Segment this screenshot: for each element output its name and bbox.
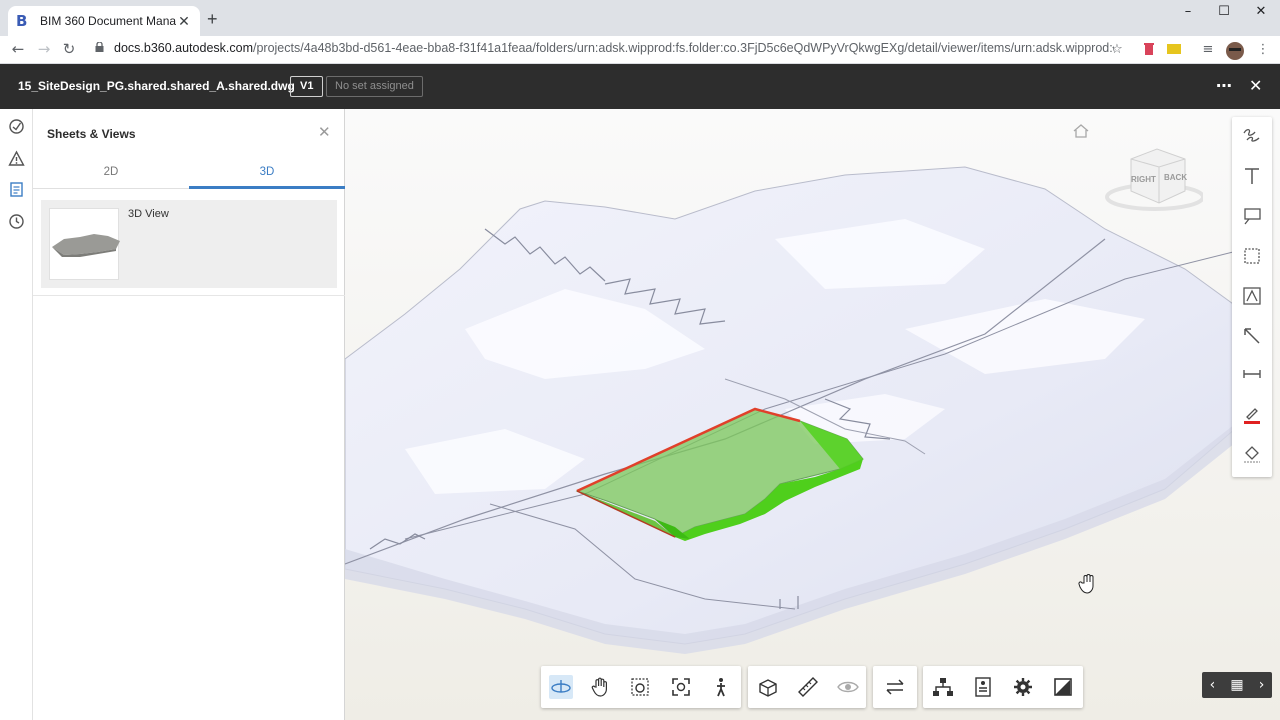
url-path: /projects/4a48b3bd-d561-4eae-bba8-f31f41… xyxy=(252,41,1114,55)
issues-pushpin-icon[interactable] xyxy=(8,118,25,135)
set-status-badge[interactable]: No set assigned xyxy=(326,76,423,97)
compare-toolgroup xyxy=(873,666,917,708)
view-thumbnail xyxy=(49,208,120,280)
browser-tab-title: BIM 360 Document Management xyxy=(40,14,176,28)
callout-icon[interactable] xyxy=(1241,205,1263,227)
more-options-icon[interactable]: ⋯ xyxy=(1216,76,1232,95)
properties-icon[interactable] xyxy=(971,675,995,699)
view-cube[interactable]: RIGHT BACK xyxy=(1103,145,1205,217)
model-toolgroup xyxy=(748,666,866,708)
url-host: docs.b360.autodesk.com xyxy=(114,41,253,55)
previous-sheet-icon[interactable]: ‹ xyxy=(1210,677,1216,693)
warning-icon[interactable] xyxy=(8,150,25,167)
compare-icon[interactable] xyxy=(883,675,907,699)
reading-list-icon[interactable]: ≡ xyxy=(1200,42,1216,58)
polygon-icon[interactable] xyxy=(1241,285,1263,307)
panel-divider xyxy=(33,295,345,296)
profile-avatar[interactable] xyxy=(1226,42,1244,60)
extension-trash-icon[interactable] xyxy=(1141,42,1157,58)
tab-close-icon[interactable]: ✕ xyxy=(176,13,192,30)
new-tab-button[interactable]: + xyxy=(207,10,218,28)
fullscreen-icon[interactable] xyxy=(1051,675,1075,699)
fill-bucket-icon[interactable] xyxy=(1241,443,1263,465)
minimize-icon[interactable]: – xyxy=(1170,4,1206,19)
home-view-icon[interactable] xyxy=(1072,123,1090,139)
model-viewer-canvas[interactable]: RIGHT BACK xyxy=(345,109,1280,720)
maximize-icon[interactable]: ☐ xyxy=(1206,4,1242,19)
sheet-grid-icon[interactable]: ▦ xyxy=(1230,677,1243,693)
close-viewer-icon[interactable]: ✕ xyxy=(1249,76,1262,95)
sheets-views-panel: Sheets & Views ✕ 2D 3D 3D View xyxy=(33,109,345,720)
view-list-item[interactable]: 3D View xyxy=(41,200,337,288)
section-icon[interactable] xyxy=(756,675,780,699)
panels-toolgroup xyxy=(923,666,1083,708)
pan-icon[interactable] xyxy=(589,675,613,699)
bookmark-star-icon[interactable]: ☆ xyxy=(1109,42,1125,58)
tab-3d[interactable]: 3D xyxy=(189,157,345,189)
file-name: 15_SiteDesign_PG.shared.shared_A.shared.… xyxy=(18,79,295,93)
tab-2d[interactable]: 2D xyxy=(33,157,189,189)
text-tool-icon[interactable] xyxy=(1241,165,1263,187)
viewcube-right-label: RIGHT xyxy=(1131,175,1156,184)
fit-view-icon[interactable] xyxy=(669,675,693,699)
browser-tab[interactable]: B BIM 360 Document Management ✕ xyxy=(8,6,200,36)
zoom-window-icon[interactable] xyxy=(629,675,653,699)
left-icon-rail xyxy=(0,109,33,720)
view-label: 3D View xyxy=(128,208,169,220)
back-arrow-icon[interactable]: ← xyxy=(8,40,28,58)
viewcube-back-label: BACK xyxy=(1164,173,1188,182)
forward-arrow-icon[interactable]: → xyxy=(34,40,54,58)
sheet-pager: ‹ ▦ › xyxy=(1202,672,1272,698)
panel-close-icon[interactable]: ✕ xyxy=(318,123,331,141)
reload-icon[interactable]: ↻ xyxy=(59,40,79,58)
history-clock-icon[interactable] xyxy=(8,213,25,230)
browser-tab-strip: B BIM 360 Document Management ✕ + – ☐ ✕ xyxy=(0,0,1280,36)
measure-icon[interactable] xyxy=(796,675,820,699)
document-header: 15_SiteDesign_PG.shared.shared_A.shared.… xyxy=(0,64,1280,109)
address-bar-row: ← → ↻ docs.b360.autodesk.com/projects/4a… xyxy=(0,36,1280,64)
visibility-icon[interactable] xyxy=(836,675,860,699)
browser-menu-icon[interactable]: ⋮ xyxy=(1255,42,1271,58)
window-close-icon[interactable]: ✕ xyxy=(1243,4,1279,19)
navigation-toolgroup xyxy=(541,666,741,708)
settings-icon[interactable] xyxy=(1011,675,1035,699)
extension-yellow-icon[interactable] xyxy=(1166,42,1182,58)
view-type-tabs: 2D 3D xyxy=(33,157,345,189)
rectangle-cloud-icon[interactable] xyxy=(1241,245,1263,267)
orbit-icon[interactable] xyxy=(549,675,573,699)
version-badge[interactable]: V1 xyxy=(290,76,324,97)
panel-title: Sheets & Views xyxy=(47,127,136,141)
lock-icon xyxy=(95,42,104,52)
pen-color-icon[interactable] xyxy=(1241,403,1263,425)
hand-cursor-icon xyxy=(1078,574,1094,594)
next-sheet-icon[interactable]: › xyxy=(1259,677,1265,693)
sheets-icon[interactable] xyxy=(8,181,25,198)
freehand-icon[interactable] xyxy=(1241,125,1263,147)
bim360-favicon-icon: B xyxy=(16,12,28,30)
arrow-tool-icon[interactable] xyxy=(1241,325,1263,347)
markup-toolbar xyxy=(1232,117,1272,477)
url-field[interactable]: docs.b360.autodesk.com/projects/4a48b3bd… xyxy=(114,41,1114,55)
model-browser-icon[interactable] xyxy=(931,675,955,699)
first-person-icon[interactable] xyxy=(709,675,733,699)
dimension-icon[interactable] xyxy=(1241,363,1263,385)
